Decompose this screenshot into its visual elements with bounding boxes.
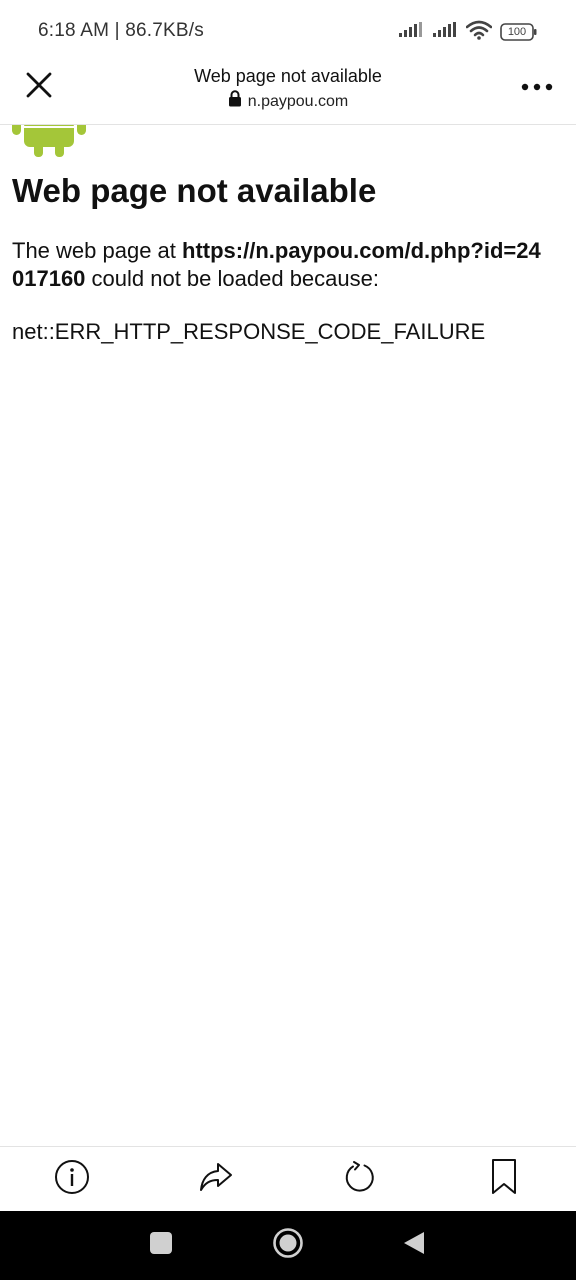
more-icon: [521, 78, 553, 96]
refresh-button[interactable]: [338, 1157, 382, 1201]
app-bar: Web page not available n.paypou.com: [0, 60, 576, 125]
share-button[interactable]: [194, 1157, 238, 1201]
status-bar: 6:18 AM | 86.7KB/s 100: [0, 0, 576, 60]
lock-icon: [228, 90, 242, 113]
url-row[interactable]: n.paypou.com: [100, 90, 476, 113]
home-icon: [272, 1227, 304, 1264]
bookmark-button[interactable]: [482, 1157, 526, 1201]
back-icon: [402, 1230, 426, 1261]
error-heading: Web page not available: [12, 172, 377, 209]
close-icon: [25, 71, 53, 104]
android-robot-image: [10, 125, 88, 161]
error-message-prefix: The web page at: [12, 238, 183, 263]
home-button[interactable]: [268, 1225, 308, 1265]
status-icons: 100: [398, 20, 538, 44]
page-title: Web page not available: [194, 66, 382, 86]
more-options-button[interactable]: [516, 68, 558, 106]
error-message: The web page at https://n.paypou.com/d.p…: [12, 237, 552, 293]
error-message-suffix: could not be loaded because:: [85, 266, 379, 291]
recents-icon: [149, 1231, 173, 1260]
refresh-icon: [342, 1159, 378, 1200]
signal-icon: [398, 21, 424, 43]
error-code: net::ERR_HTTP_RESPONSE_CODE_FAILURE: [12, 319, 486, 344]
info-icon: [54, 1159, 90, 1200]
page-url: n.paypou.com: [247, 92, 349, 110]
bottom-toolbar: [0, 1146, 576, 1211]
status-time: 6:18 AM | 86.7KB/s: [38, 20, 204, 41]
web-content: Web page not available The web page at h…: [0, 125, 576, 1145]
bookmark-icon: [489, 1158, 519, 1201]
info-button[interactable]: [50, 1157, 94, 1201]
wifi-icon: [465, 20, 493, 45]
battery-level: 100: [507, 26, 527, 38]
signal-icon: [432, 21, 458, 43]
close-button[interactable]: [18, 66, 60, 108]
system-navigation-bar: [0, 1211, 576, 1280]
back-button[interactable]: [394, 1225, 434, 1265]
recents-button[interactable]: [141, 1225, 181, 1265]
title-area: Web page not available n.paypou.com: [100, 65, 476, 113]
battery-icon: 100: [500, 23, 538, 41]
share-icon: [198, 1159, 234, 1200]
